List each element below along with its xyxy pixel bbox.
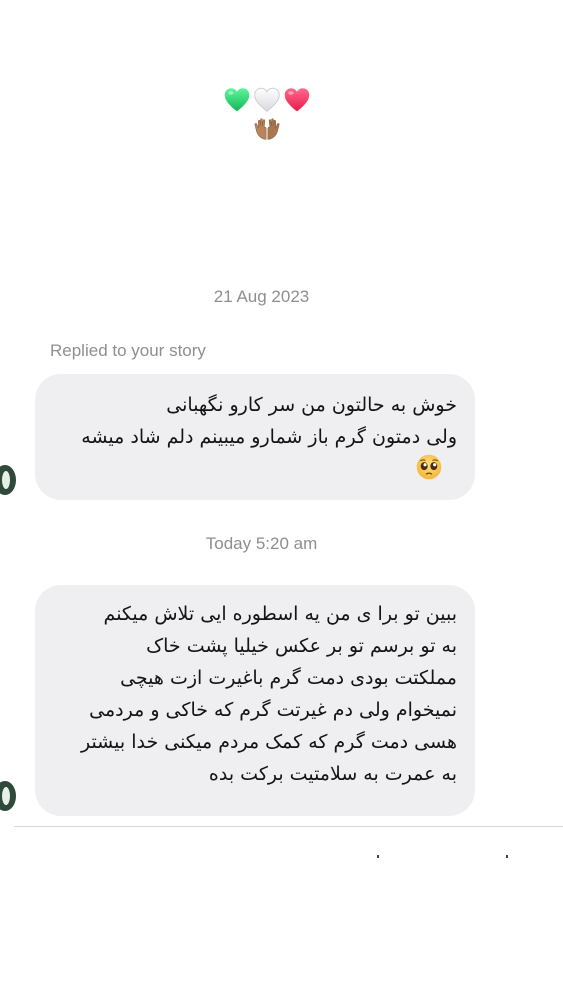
message-bubble[interactable]: ببین تو برا ی من یه اسطوره ایی تلاش میکن… <box>35 585 475 816</box>
composer-divider <box>14 826 563 827</box>
message-emoji-line <box>53 453 457 485</box>
timestamp-divider: Today 5:20 am <box>205 534 318 553</box>
story-reaction <box>0 86 533 142</box>
sender-avatar[interactable] <box>0 465 16 495</box>
white-heart-icon <box>253 87 280 112</box>
hearts-row <box>0 86 533 114</box>
red-heart-icon <box>284 88 309 112</box>
sender-avatar[interactable] <box>0 781 16 811</box>
green-heart-icon <box>224 88 249 112</box>
palms-up-together-icon <box>254 118 279 140</box>
artifact-dot <box>506 855 508 858</box>
hands-row <box>0 116 533 142</box>
artifact-dot <box>377 855 379 858</box>
message-text: ببین تو برا ی من یه اسطوره ایی تلاش میکن… <box>80 603 457 785</box>
message-text: خوش به حالتون من سر کارو نگهبانی ولی دمت… <box>81 394 457 448</box>
story-reply-label: Replied to your story <box>50 341 206 360</box>
pleading-face-icon <box>416 454 442 480</box>
message-bubble[interactable]: خوش به حالتون من سر کارو نگهبانی ولی دمت… <box>35 374 475 500</box>
timestamp-divider: 21 Aug 2023 <box>213 287 310 306</box>
